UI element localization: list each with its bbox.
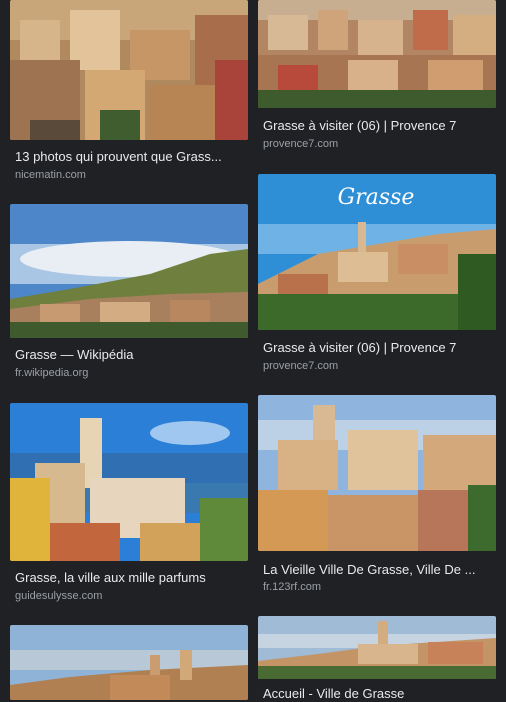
result-thumbnail[interactable]: [258, 395, 496, 551]
result-source: fr.123rf.com: [263, 581, 322, 593]
thumbnail-overlay-text: Grasse: [338, 185, 415, 210]
result-title[interactable]: La Vieille Ville De Grasse, Ville De ...: [263, 562, 491, 578]
result-title[interactable]: 13 photos qui prouvent que Grass...: [15, 149, 243, 165]
result-title[interactable]: Grasse à visiter (06) | Provence 7: [263, 118, 491, 134]
result-thumbnail[interactable]: [258, 0, 496, 108]
result-title[interactable]: Grasse à visiter (06) | Provence 7: [263, 340, 491, 356]
result-source: guidesulysse.com: [15, 590, 103, 602]
result-title[interactable]: Grasse — Wikipédia: [15, 347, 243, 363]
result-source: provence7.com: [263, 360, 339, 372]
result-source: provence7.com: [263, 138, 339, 150]
result-title[interactable]: Grasse, la ville aux mille parfums: [15, 570, 243, 586]
result-thumbnail[interactable]: [10, 0, 248, 140]
result-source: nicematin.com: [15, 169, 86, 181]
result-source: fr.wikipedia.org: [15, 367, 89, 379]
result-thumbnail[interactable]: Grasse: [258, 174, 496, 330]
result-thumbnail[interactable]: [10, 403, 248, 561]
result-thumbnail[interactable]: [10, 625, 248, 700]
result-thumbnail[interactable]: [10, 204, 248, 338]
result-thumbnail[interactable]: [258, 616, 496, 679]
